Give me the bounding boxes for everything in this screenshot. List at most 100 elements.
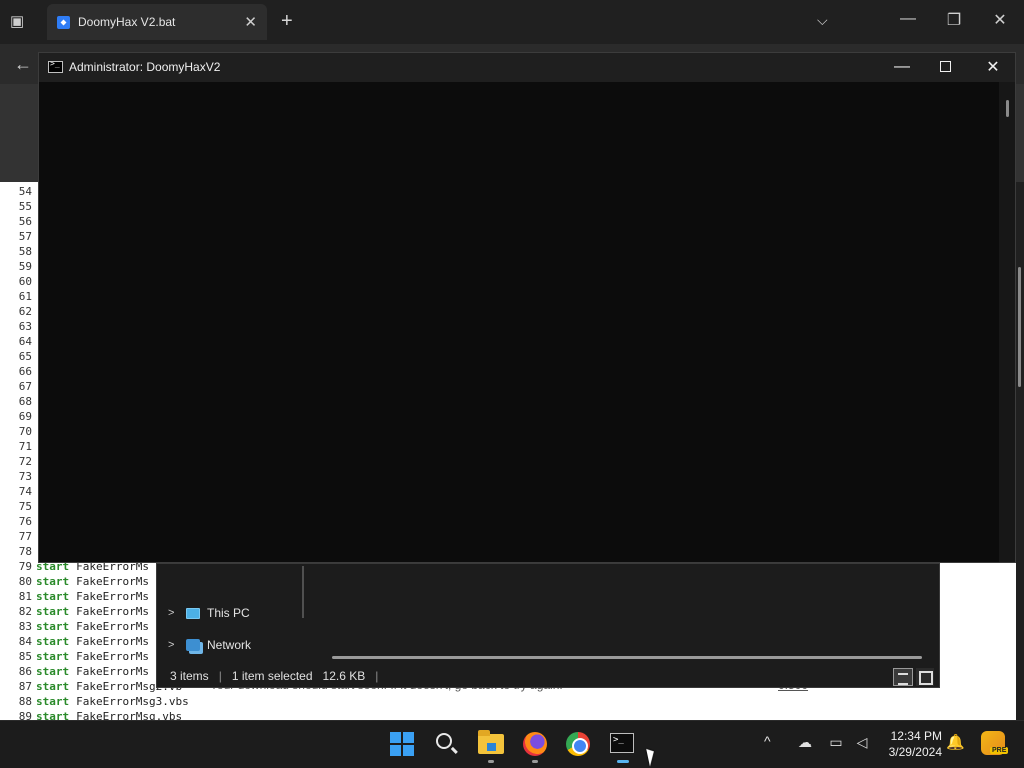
code-line: 88 start FakeErrorMsg3.vbs — [0, 694, 200, 709]
tab-doomyhax-bat[interactable]: DoomyHax V2.bat ✕ — [47, 4, 267, 40]
active-app-indicator — [617, 760, 629, 763]
line-number: 69 — [18, 410, 32, 423]
explorer-status-bar: 3 items | 1 item selected 12.6 KB | — [170, 669, 378, 683]
code-keyword: start — [36, 635, 70, 648]
code-keyword: start — [36, 575, 70, 588]
start-icon[interactable] — [390, 732, 414, 756]
page-scrollbar[interactable] — [1016, 182, 1024, 720]
computer-icon — [186, 607, 200, 619]
browser-minimize-button[interactable]: — — [898, 10, 918, 28]
status-size: 12.6 KB — [322, 669, 366, 683]
clock-date: 3/29/2024 — [888, 745, 942, 759]
firefox-icon[interactable] — [523, 732, 547, 756]
explorer-sidebar-scrollbar[interactable] — [302, 566, 304, 618]
page-scrollbar-thumb[interactable] — [1018, 267, 1021, 387]
search-icon[interactable] — [436, 733, 452, 749]
console-scrollbar-thumb[interactable] — [1006, 100, 1009, 117]
line-number: 79 — [18, 560, 32, 573]
console-minimize-button[interactable]: — — [892, 58, 912, 76]
line-number: 67 — [18, 380, 32, 393]
line-number: 58 — [18, 245, 32, 258]
explorer-horizontal-scrollbar[interactable] — [332, 656, 922, 659]
code-keyword: start — [36, 590, 70, 603]
line-number: 57 — [18, 230, 32, 243]
explorer-nav-this-pc[interactable]: > This PC — [168, 603, 250, 623]
explorer-nav-label: This PC — [207, 606, 250, 620]
line-number: 73 — [18, 470, 32, 483]
onedrive-offline-icon[interactable]: ☁ — [795, 734, 815, 751]
line-number: 81 — [18, 590, 32, 603]
notification-bell-icon[interactable]: 🔔 — [946, 733, 965, 751]
line-number: 68 — [18, 395, 32, 408]
running-indicator — [488, 760, 494, 763]
status-separator: | — [218, 669, 222, 683]
status-selection: 1 item selected — [231, 669, 313, 683]
line-number: 87 — [18, 680, 32, 693]
dropbox-icon — [57, 15, 70, 29]
line-number: 56 — [18, 215, 32, 228]
line-number: 83 — [18, 620, 32, 633]
chevron-right-icon[interactable]: > — [168, 639, 186, 651]
running-indicator — [532, 760, 538, 763]
code-text: FakeErrorMs — [76, 635, 149, 648]
code-text: FakeErrorMsg3.vbs — [76, 695, 189, 708]
line-number: 80 — [18, 575, 32, 588]
line-number: 74 — [18, 485, 32, 498]
new-tab-button[interactable]: + — [281, 10, 293, 33]
file-explorer-icon[interactable] — [478, 730, 504, 754]
back-arrow-icon[interactable]: ← — [14, 54, 32, 75]
line-number: 72 — [18, 455, 32, 468]
chrome-icon[interactable] — [566, 732, 590, 756]
status-separator: | — [375, 669, 379, 683]
line-number: 86 — [18, 665, 32, 678]
line-number: 76 — [18, 515, 32, 528]
code-text: FakeErrorMs — [76, 665, 149, 678]
code-keyword: start — [36, 665, 70, 678]
network-status-icon[interactable]: ▭ — [826, 734, 846, 751]
console-close-button[interactable]: ✕ — [983, 57, 1003, 77]
line-number: 55 — [18, 200, 32, 213]
tab-actions-icon[interactable]: ▣ — [10, 12, 28, 30]
explorer-nav-label: Network — [207, 638, 252, 652]
console-app-icon — [48, 59, 63, 73]
line-number: 88 — [18, 695, 32, 708]
volume-muted-icon[interactable]: ◁ — [852, 734, 872, 751]
line-number: 59 — [18, 260, 32, 273]
line-number: 71 — [18, 440, 32, 453]
taskbar-clock[interactable]: 12:34 PM 3/29/2024 — [880, 728, 942, 760]
line-number: 64 — [18, 335, 32, 348]
line-number: 66 — [18, 365, 32, 378]
code-keyword: start — [36, 695, 70, 708]
code-keyword: start — [36, 680, 70, 693]
console-maximize-button[interactable] — [940, 61, 951, 72]
tab-close-icon[interactable]: ✕ — [244, 13, 257, 31]
line-number: 85 — [18, 650, 32, 663]
tab-search-dropdown-icon[interactable]: ⌵ — [817, 12, 828, 29]
chevron-right-icon[interactable]: > — [168, 607, 186, 619]
line-number: 70 — [18, 425, 32, 438]
code-keyword: start — [36, 605, 70, 618]
line-number: 61 — [18, 290, 32, 303]
tray-overflow-chevron-icon[interactable]: ^ — [764, 733, 771, 749]
code-text: FakeErrorMs — [76, 605, 149, 618]
clock-time: 12:34 PM — [890, 729, 942, 743]
copilot-preview-badge: PRE — [990, 747, 1009, 754]
tab-title: DoomyHax V2.bat — [78, 15, 176, 29]
line-number: 60 — [18, 275, 32, 288]
terminal-icon[interactable] — [610, 733, 634, 753]
code-keyword: start — [36, 650, 70, 663]
line-number: 84 — [18, 635, 32, 648]
console-scrollbar[interactable] — [999, 82, 1015, 562]
line-number: 82 — [18, 605, 32, 618]
browser-restore-button[interactable]: ❐ — [944, 10, 964, 30]
large-icons-view-icon[interactable] — [916, 668, 934, 686]
line-number: 77 — [18, 530, 32, 543]
browser-close-button[interactable]: ✕ — [990, 10, 1010, 30]
line-number: 65 — [18, 350, 32, 363]
line-number: 78 — [18, 545, 32, 558]
details-view-icon[interactable] — [893, 668, 913, 686]
console-title: Administrator: DoomyHaxV2 — [69, 60, 221, 74]
line-number: 63 — [18, 320, 32, 333]
explorer-nav-network[interactable]: > Network — [168, 635, 251, 655]
console-output[interactable] — [39, 82, 999, 562]
